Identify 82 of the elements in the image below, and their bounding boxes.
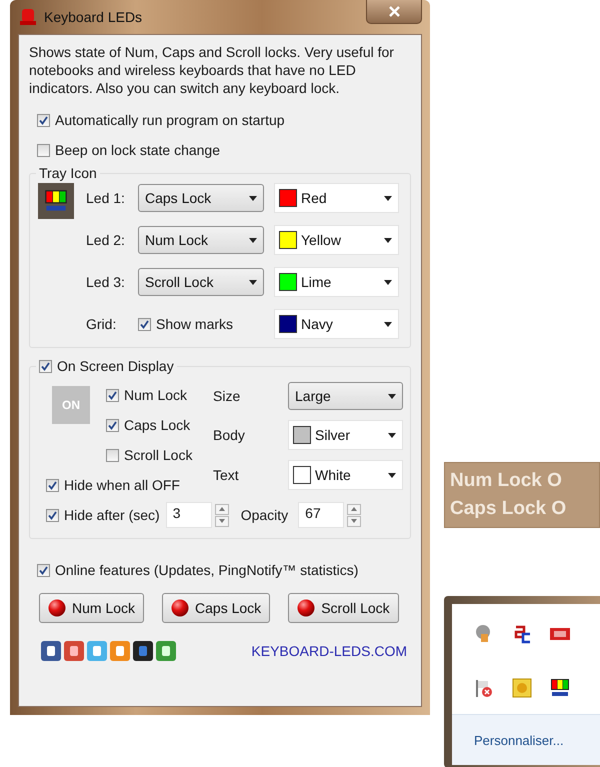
checkbox[interactable] (37, 114, 50, 126)
share-icon[interactable] (156, 641, 176, 661)
checkbox[interactable] (106, 418, 119, 432)
color-dropdown[interactable]: Yellow (274, 225, 399, 255)
lock-toggle-button[interactable]: Num Lock (39, 593, 144, 623)
caret-icon (384, 322, 392, 326)
lock-toggle-button[interactable]: Scroll Lock (288, 593, 399, 623)
lock-dropdown[interactable]: Caps Lock (138, 184, 264, 212)
up-arrow-icon (351, 507, 358, 511)
size-dropdown[interactable]: Large (288, 382, 403, 410)
opacity-label: Opacity (240, 507, 288, 523)
website-link[interactable]: KEYBOARD-LEDS.COM (251, 643, 407, 659)
checkbox[interactable] (39, 360, 52, 372)
caret-icon (384, 280, 392, 284)
checkbox-label: Show marks (156, 316, 234, 332)
spin-up-button[interactable] (347, 504, 362, 514)
spin-down-button[interactable] (347, 516, 362, 526)
number-field[interactable]: 67 (298, 502, 344, 528)
down-arrow-icon (218, 519, 225, 523)
led-icon (297, 599, 316, 617)
flag-error-icon[interactable] (474, 678, 494, 698)
caret-icon (388, 472, 396, 478)
number-field[interactable]: 3 (166, 502, 212, 528)
color-dropdown[interactable]: White (288, 460, 403, 490)
checkbox[interactable] (37, 144, 50, 156)
size-label: Size (213, 388, 242, 404)
down-arrow-icon (351, 519, 358, 523)
led-bars-icon (44, 189, 68, 213)
led-icon (48, 599, 66, 617)
lock-dropdown[interactable]: Num Lock (138, 226, 264, 254)
checkbox[interactable] (106, 448, 119, 462)
lock-toggle-button[interactable]: Caps Lock (162, 593, 270, 623)
close-icon (388, 6, 400, 17)
color-dropdown[interactable]: Lime (274, 267, 399, 297)
color-dropdown[interactable]: Navy (274, 309, 399, 339)
checkbox-label: Num Lock (124, 387, 188, 403)
tray-app-icon[interactable] (512, 624, 532, 644)
text-color-label: Text (213, 467, 240, 483)
body-label: Body (213, 427, 246, 443)
caret-icon (388, 432, 396, 438)
app-icon (20, 8, 36, 26)
lock-dropdown[interactable]: Scroll Lock (138, 268, 264, 296)
osd-preview-tile: ON (52, 386, 90, 424)
customize-link[interactable]: Personnaliser... (474, 732, 564, 748)
checkbox[interactable] (46, 478, 59, 492)
checkbox[interactable] (106, 388, 119, 402)
share-icon[interactable] (64, 641, 84, 661)
caret-icon (249, 196, 257, 200)
grid-label: Grid: (86, 316, 118, 332)
checkbox[interactable] (138, 318, 151, 330)
checkbox-label: Automatically run program on startup (55, 112, 285, 128)
checkbox[interactable] (37, 564, 50, 576)
color-dropdown[interactable]: Silver (288, 420, 403, 450)
share-icon[interactable] (41, 641, 61, 661)
color-dropdown[interactable]: Red (274, 183, 399, 213)
checkbox-label: Hide when all OFF (64, 477, 180, 493)
checkbox-label: Caps Lock (124, 417, 190, 433)
caret-icon (384, 238, 392, 242)
led-label: Led 1: (86, 190, 126, 206)
checkbox-label: Hide after (sec) (64, 507, 160, 523)
led-label: Led 3: (86, 274, 126, 290)
close-button[interactable] (366, 0, 422, 24)
up-arrow-icon (218, 507, 225, 511)
caret-icon (249, 238, 257, 242)
checkbox-label: Scroll Lock (124, 447, 192, 463)
description-text: Shows state of Num, Caps and Scroll locks. Very useful for notebooks and wireless keyboards that have no LED indicators. Also you can switch any keyboard lock. (29, 43, 395, 97)
window-title: Keyboard LEDs (44, 9, 142, 25)
led-bars-icon (550, 678, 570, 698)
spin-up-button[interactable] (214, 504, 229, 514)
led-label: Led 2: (86, 232, 126, 248)
caret-icon (384, 196, 392, 200)
led-icon (171, 599, 190, 617)
checkbox[interactable] (46, 508, 59, 522)
group-title: Tray Icon (38, 165, 98, 181)
share-icon[interactable] (133, 641, 153, 661)
caret-icon (388, 394, 396, 398)
group-title: On Screen Display (57, 358, 174, 374)
checkbox-label: Beep on lock state change (55, 142, 220, 158)
caret-icon (249, 280, 257, 284)
spin-down-button[interactable] (214, 516, 229, 526)
osd-preview-text: Num Lock O Caps Lock O (444, 462, 600, 528)
checkbox-label: Online features (Updates, PingNotify™ statistics) (55, 562, 358, 578)
